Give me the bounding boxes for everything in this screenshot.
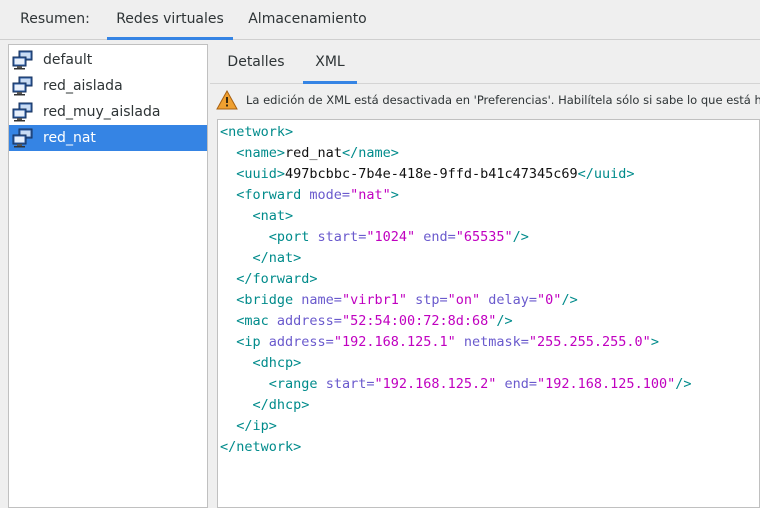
xml-tag: <range <box>268 376 318 392</box>
tab-redes-virtuales[interactable]: Redes virtuales <box>107 0 233 40</box>
xml-attr: stp= <box>406 292 448 308</box>
xml-attr: start= <box>317 376 375 392</box>
xml-tag: /> <box>561 292 578 308</box>
xml-tag: </dhcp> <box>252 397 310 413</box>
network-label: red_aislada <box>43 78 123 94</box>
xml-attr: address= <box>260 334 334 350</box>
xml-value: "1024" <box>366 229 416 245</box>
xml-attr: end= <box>496 376 538 392</box>
xml-text: red_nat <box>285 145 342 161</box>
xml-line: <uuid>497bcbbc-7b4e-418e-9ffd-b41c47345c… <box>220 164 635 185</box>
xml-line: </dhcp> <box>220 395 310 416</box>
xml-editor[interactable]: <network> <name>red_nat</name> <uuid>497… <box>217 119 760 508</box>
xml-line: <name>red_nat</name> <box>220 143 399 164</box>
network-detail-panel: Detalles XML La edición de XML está desa… <box>210 44 760 508</box>
xml-tag: <ip <box>236 334 261 350</box>
warning-icon <box>216 90 238 110</box>
xml-tag: </forward> <box>236 271 318 287</box>
xml-line: </nat> <box>220 248 302 269</box>
tab-xml[interactable]: XML <box>303 44 357 84</box>
xml-line: </forward> <box>220 269 318 290</box>
network-icon <box>12 102 33 122</box>
xml-tag: /> <box>675 376 692 392</box>
tab-resumen[interactable]: Resumen: <box>10 0 100 40</box>
xml-tag: <forward <box>236 187 302 203</box>
network-icon <box>12 76 33 96</box>
xml-line: <mac address="52:54:00:72:8d:68"/> <box>220 311 513 332</box>
xml-value: "on" <box>447 292 481 308</box>
xml-line: <network> <box>220 122 293 143</box>
network-label: default <box>43 52 93 68</box>
network-list: default red_aislada red_muy_aislada red_… <box>8 44 208 508</box>
top-tab-bar: Resumen: Redes virtuales Almacenamiento <box>0 0 760 40</box>
xml-tag: </network> <box>220 439 302 455</box>
xml-tag: <network> <box>220 124 294 140</box>
xml-tag: </name> <box>341 145 399 161</box>
network-icon <box>12 50 33 70</box>
tab-detalles[interactable]: Detalles <box>220 44 292 84</box>
xml-attr: address= <box>268 313 342 329</box>
xml-tag: <uuid> <box>236 166 286 182</box>
xml-tag: <nat> <box>252 208 294 224</box>
tab-almacenamiento[interactable]: Almacenamiento <box>240 0 375 40</box>
detail-tab-bar: Detalles XML <box>210 44 760 84</box>
xml-line: <nat> <box>220 206 294 227</box>
xml-line: </ip> <box>220 416 277 437</box>
network-icon <box>12 128 33 148</box>
warning-text: La edición de XML está desactivada en 'P… <box>246 93 760 107</box>
xml-tag: <name> <box>236 145 286 161</box>
xml-value: "192.168.125.2" <box>374 376 497 392</box>
xml-tag: <mac <box>236 313 269 329</box>
xml-line: <ip address="192.168.125.1" netmask="255… <box>220 332 659 353</box>
xml-line: <dhcp> <box>220 353 302 374</box>
xml-line: <forward mode="nat"> <box>220 185 399 206</box>
xml-value: "virbr1" <box>341 292 407 308</box>
xml-tag: > <box>650 334 659 350</box>
xml-tag: <port <box>268 229 310 245</box>
xml-tag: </uuid> <box>577 166 635 182</box>
xml-value: "192.168.125.100" <box>537 376 676 392</box>
network-item-red-aislada[interactable]: red_aislada <box>9 73 207 99</box>
xml-tag: > <box>390 187 399 203</box>
xml-tag: </nat> <box>252 250 302 266</box>
xml-attr: name= <box>293 292 342 308</box>
xml-edit-warning: La edición de XML está desactivada en 'P… <box>216 88 760 112</box>
network-item-red-nat[interactable]: red_nat <box>9 125 207 151</box>
xml-value: "65535" <box>455 229 513 245</box>
xml-attr: mode= <box>301 187 351 203</box>
xml-attr: start= <box>309 229 367 245</box>
xml-value: "255.255.255.0" <box>528 334 651 350</box>
network-item-red-muy-aislada[interactable]: red_muy_aislada <box>9 99 207 125</box>
network-label: red_muy_aislada <box>43 104 161 120</box>
xml-attr: delay= <box>480 292 538 308</box>
xml-tag: </ip> <box>236 418 277 434</box>
network-label: red_nat <box>43 130 96 146</box>
xml-value: "192.168.125.1" <box>333 334 456 350</box>
xml-tag: /> <box>496 313 513 329</box>
xml-text: 497bcbbc-7b4e-418e-9ffd-b41c47345c69 <box>285 166 578 182</box>
xml-tag: <bridge <box>236 292 294 308</box>
xml-attr: netmask= <box>455 334 529 350</box>
xml-tag: /> <box>512 229 529 245</box>
xml-line: <range start="192.168.125.2" end="192.16… <box>220 374 692 395</box>
xml-value: "nat" <box>350 187 391 203</box>
xml-line: <port start="1024" end="65535"/> <box>220 227 529 248</box>
network-item-default[interactable]: default <box>9 47 207 73</box>
xml-line: <bridge name="virbr1" stp="on" delay="0"… <box>220 290 578 311</box>
xml-value: "52:54:00:72:8d:68" <box>341 313 497 329</box>
xml-line: </network> <box>220 437 301 458</box>
xml-value: "0" <box>537 292 562 308</box>
xml-attr: end= <box>415 229 456 245</box>
xml-tag: <dhcp> <box>252 355 302 371</box>
